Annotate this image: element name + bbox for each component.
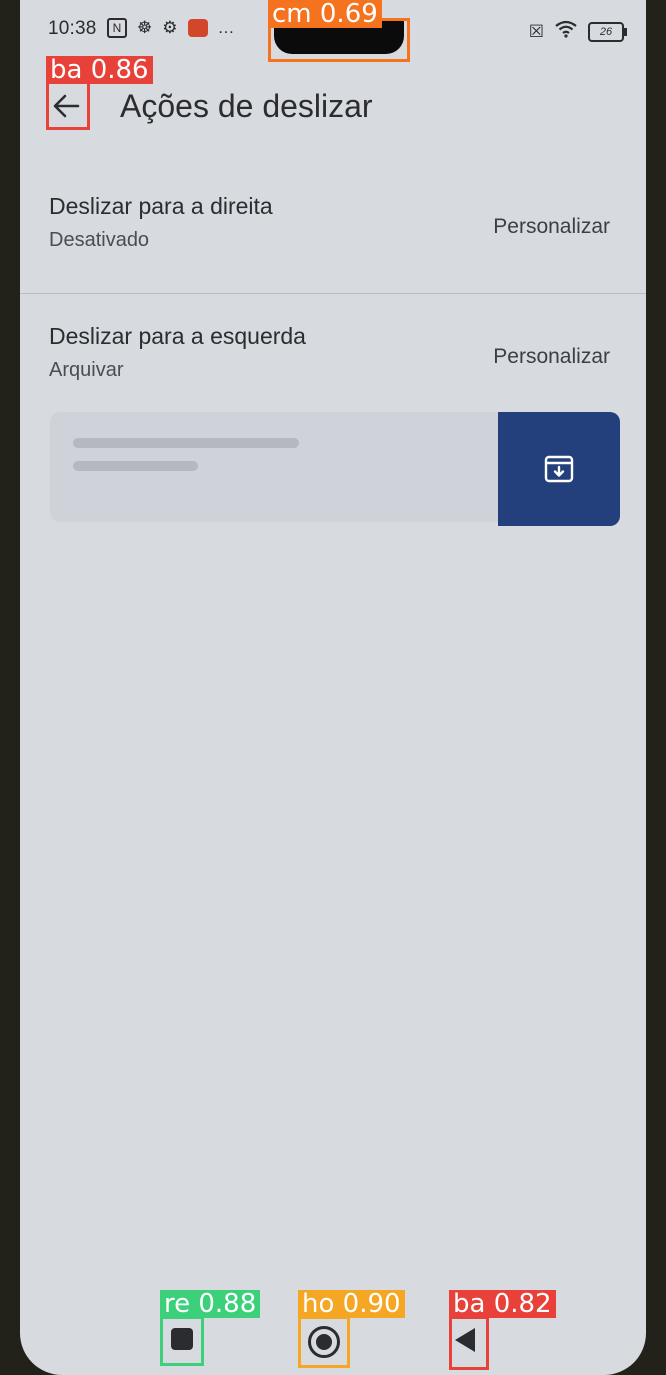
no-sim-icon: ☒ <box>528 21 544 41</box>
detection-box-nav-back <box>449 1316 489 1370</box>
detection-box-home <box>298 1316 350 1368</box>
detection-label-back: ba 0.86 <box>46 56 153 84</box>
settings-gear-icon: ⚙ <box>162 18 178 37</box>
archive-icon <box>542 452 576 486</box>
screen: 10:38 N ☸ ⚙ … ☒ 26 Ações de deslizar Des… <box>20 0 646 1375</box>
preview-skeleton-line <box>73 461 198 471</box>
nfc-icon: N <box>107 18 127 38</box>
swipe-left-value: Arquivar <box>49 359 124 381</box>
page-title: Ações de deslizar <box>120 88 373 124</box>
more-dots-icon: … <box>217 18 235 37</box>
swipe-left-customize-button[interactable]: Personalizar <box>493 345 610 369</box>
sim-icon: ☸ <box>137 18 153 37</box>
swipe-right-title: Deslizar para a direita <box>49 193 273 219</box>
swipe-preview <box>50 412 620 526</box>
detection-label-home: ho 0.90 <box>298 1290 405 1318</box>
detection-box-recent <box>160 1316 204 1366</box>
status-time: 10:38 <box>48 18 97 39</box>
swipe-left-row[interactable]: Deslizar para a esquerda Arquivar Person… <box>20 323 646 423</box>
wifi-icon <box>554 20 578 43</box>
swipe-right-value: Desativado <box>49 229 150 251</box>
preview-card <box>50 412 502 522</box>
phone-frame: 10:38 N ☸ ⚙ … ☒ 26 Ações de deslizar Des… <box>0 0 666 1375</box>
detection-label-nav-back: ba 0.82 <box>449 1290 556 1318</box>
detection-label-recent: re 0.88 <box>160 1290 261 1318</box>
swipe-left-title: Deslizar para a esquerda <box>49 323 306 349</box>
swipe-right-customize-button[interactable]: Personalizar <box>493 215 610 239</box>
status-icons-left: N ☸ ⚙ … <box>107 18 235 38</box>
detection-box-back <box>46 80 90 130</box>
preview-skeleton-line <box>73 438 299 448</box>
swipe-right-row[interactable]: Deslizar para a direita Desativado Perso… <box>20 193 646 293</box>
status-icons-right: ☒ 26 <box>528 20 627 43</box>
mail-app-icon <box>187 19 208 37</box>
detection-label-camera: cm 0.69 <box>268 0 382 28</box>
battery-icon: 26 <box>588 21 627 42</box>
divider <box>20 293 646 294</box>
preview-archive-action <box>498 412 620 526</box>
